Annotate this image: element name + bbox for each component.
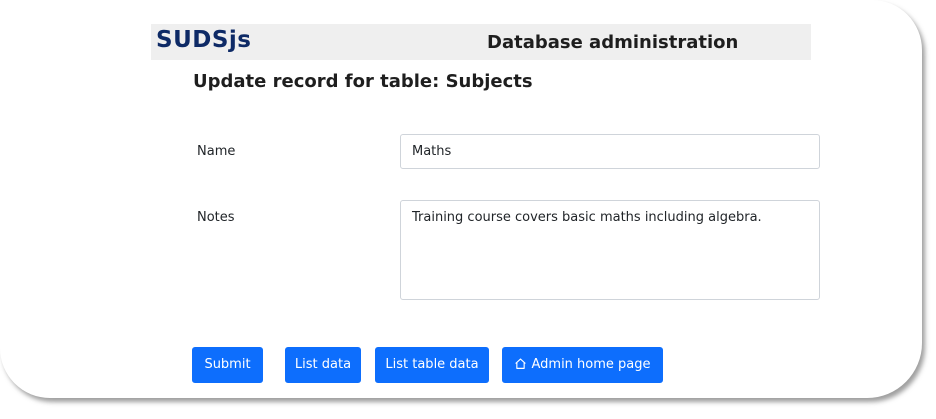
admin-home-label: Admin home page bbox=[531, 357, 651, 372]
page-title: Update record for table: Subjects bbox=[193, 71, 533, 92]
house-icon bbox=[515, 358, 527, 369]
admin-home-button[interactable]: Admin home page bbox=[502, 347, 663, 383]
submit-button[interactable]: Submit bbox=[192, 347, 263, 383]
list-data-button[interactable]: List data bbox=[285, 347, 361, 383]
header-bar: SUDSjs Database administration bbox=[151, 24, 811, 60]
notes-label: Notes bbox=[197, 210, 235, 225]
notes-textarea[interactable]: Training course covers basic maths inclu… bbox=[400, 200, 820, 300]
list-table-data-button[interactable]: List table data bbox=[375, 347, 489, 383]
page-card: SUDSjs Database administration Update re… bbox=[0, 0, 922, 398]
name-input[interactable]: Maths bbox=[400, 134, 820, 169]
name-label: Name bbox=[197, 144, 236, 159]
app-logo[interactable]: SUDSjs bbox=[156, 27, 251, 53]
header-title: Database administration bbox=[487, 32, 739, 53]
